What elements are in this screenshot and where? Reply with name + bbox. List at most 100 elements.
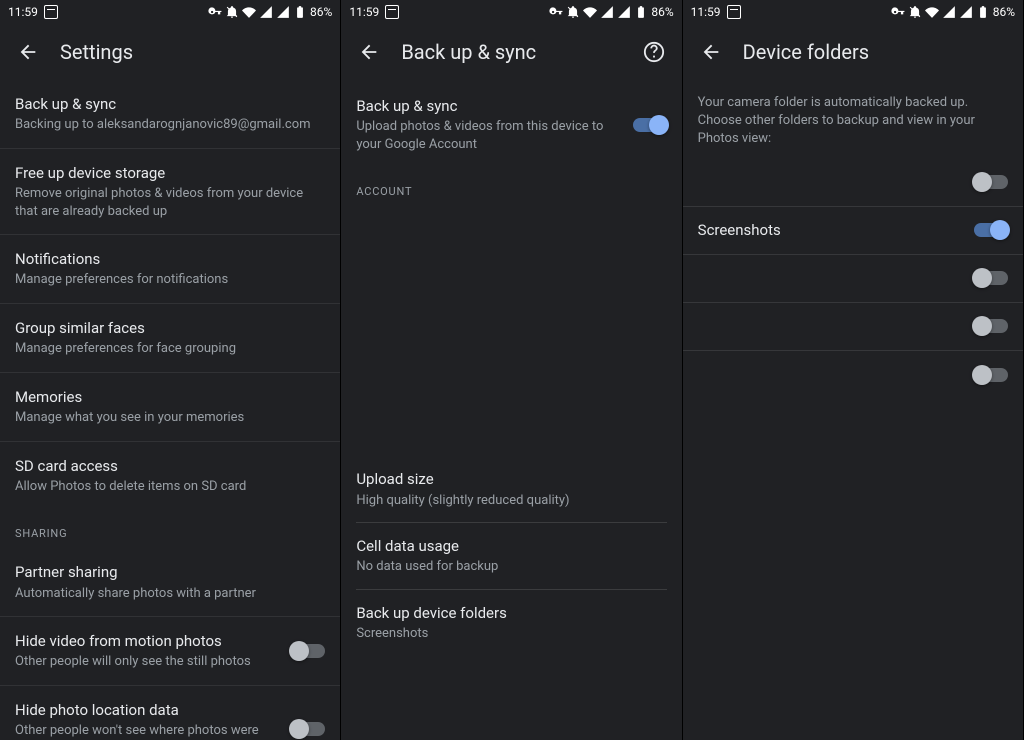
vpn-key-icon <box>891 5 905 19</box>
help-button[interactable] <box>634 32 674 72</box>
folder-switch[interactable] <box>974 271 1008 285</box>
folder-switch[interactable] <box>974 319 1008 333</box>
item-sub: Automatically share photos with a partne… <box>15 585 325 603</box>
item-title: Partner sharing <box>15 562 325 582</box>
item-partner-sharing[interactable]: Partner sharing Automatically share phot… <box>0 548 340 617</box>
date-icon <box>727 5 741 19</box>
signal-2-icon <box>959 5 973 19</box>
folder-switch[interactable] <box>974 175 1008 189</box>
item-upload-size[interactable]: Upload size High quality (slightly reduc… <box>356 456 666 523</box>
status-time: 11:59 <box>8 5 38 19</box>
arrow-back-icon <box>700 41 722 63</box>
item-group-faces[interactable]: Group similar faces Manage preferences f… <box>0 304 340 373</box>
battery-icon <box>976 5 990 19</box>
description: Your camera folder is automatically back… <box>683 80 1023 159</box>
item-sub: Upload photos & videos from this device … <box>356 118 622 153</box>
folder-row[interactable] <box>683 351 1023 399</box>
item-cell-data[interactable]: Cell data usage No data used for backup <box>356 523 666 590</box>
backup-sync-switch[interactable] <box>633 118 667 132</box>
item-device-folders[interactable]: Back up device folders Screenshots <box>356 590 666 656</box>
device-folders-panel: 11:59 86% Device folders Your camera fol… <box>683 0 1024 740</box>
account-area <box>341 206 681 456</box>
page-title: Device folders <box>743 40 869 64</box>
back-button[interactable] <box>8 32 48 72</box>
folder-row-screenshots[interactable]: Screenshots <box>683 207 1023 255</box>
date-icon <box>44 5 58 19</box>
back-button[interactable] <box>349 32 389 72</box>
item-sub: Other people will only see the still pho… <box>15 653 281 671</box>
folder-row[interactable] <box>683 255 1023 303</box>
appbar: Back up & sync <box>341 24 681 80</box>
sharing-header: SHARING <box>0 509 340 548</box>
wifi-icon <box>583 5 597 19</box>
item-title: Upload size <box>356 469 666 489</box>
status-bar: 11:59 86% <box>683 0 1023 24</box>
backup-sync-toggle-row[interactable]: Back up & sync Upload photos & videos fr… <box>341 82 681 167</box>
folder-row[interactable] <box>683 303 1023 351</box>
item-sub: Manage preferences for notifications <box>15 271 325 289</box>
folder-switch[interactable] <box>974 368 1008 382</box>
item-title: Group similar faces <box>15 318 325 338</box>
item-title: Memories <box>15 387 325 407</box>
item-hide-video[interactable]: Hide video from motion photos Other peop… <box>0 617 340 686</box>
settings-panel: 11:59 86% Settings Back up & sync Backin… <box>0 0 341 740</box>
signal-1-icon <box>600 5 614 19</box>
item-sub: Allow Photos to delete items on SD card <box>15 478 325 496</box>
item-free-storage[interactable]: Free up device storage Remove original p… <box>0 149 340 235</box>
page-title: Back up & sync <box>401 40 536 64</box>
status-time: 11:59 <box>691 5 721 19</box>
item-sub: Manage what you see in your memories <box>15 409 325 427</box>
hide-location-switch[interactable] <box>291 722 325 736</box>
dnd-icon <box>225 5 239 19</box>
item-sub: Screenshots <box>356 625 666 643</box>
item-title: Back up device folders <box>356 603 666 623</box>
wifi-icon <box>925 5 939 19</box>
signal-2-icon <box>617 5 631 19</box>
dnd-icon <box>908 5 922 19</box>
dnd-icon <box>566 5 580 19</box>
item-sub: Remove original photos & videos from you… <box>15 185 325 220</box>
hide-video-switch[interactable] <box>291 644 325 658</box>
battery-percent: 86% <box>993 5 1015 19</box>
item-sd-card[interactable]: SD card access Allow Photos to delete it… <box>0 442 340 510</box>
item-title: Hide photo location data <box>15 700 281 720</box>
date-icon <box>385 5 399 19</box>
signal-1-icon <box>942 5 956 19</box>
item-title: Notifications <box>15 249 325 269</box>
status-bar: 11:59 86% <box>341 0 681 24</box>
item-sub: No data used for backup <box>356 558 666 576</box>
item-memories[interactable]: Memories Manage what you see in your mem… <box>0 373 340 442</box>
item-title: SD card access <box>15 456 325 476</box>
arrow-back-icon <box>17 41 39 63</box>
arrow-back-icon <box>358 41 380 63</box>
item-sub: Other people won't see where photos were… <box>15 722 281 740</box>
page-title: Settings <box>60 40 133 64</box>
item-hide-location[interactable]: Hide photo location data Other people wo… <box>0 686 340 740</box>
vpn-key-icon <box>549 5 563 19</box>
item-notifications[interactable]: Notifications Manage preferences for not… <box>0 235 340 304</box>
item-sub: High quality (slightly reduced quality) <box>356 492 666 510</box>
folder-row[interactable] <box>683 159 1023 207</box>
back-button[interactable] <box>691 32 731 72</box>
battery-icon <box>634 5 648 19</box>
item-title: Hide video from motion photos <box>15 631 281 651</box>
vpn-key-icon <box>208 5 222 19</box>
item-title: Back up & sync <box>15 94 325 114</box>
appbar: Settings <box>0 24 340 80</box>
item-title: Free up device storage <box>15 163 325 183</box>
backup-sync-panel: 11:59 86% Back up & sync Back up & sync … <box>341 0 682 740</box>
wifi-icon <box>242 5 256 19</box>
item-sub: Backing up to aleksandarognjanovic89@gma… <box>15 116 325 134</box>
item-title: Cell data usage <box>356 536 666 556</box>
item-sub: Manage preferences for face grouping <box>15 340 325 358</box>
battery-icon <box>293 5 307 19</box>
signal-2-icon <box>276 5 290 19</box>
item-backup-sync[interactable]: Back up & sync Backing up to aleksandaro… <box>0 80 340 149</box>
folder-switch[interactable] <box>974 223 1008 237</box>
folder-label: Screenshots <box>698 221 781 239</box>
appbar: Device folders <box>683 24 1023 80</box>
help-icon <box>643 41 665 63</box>
battery-percent: 86% <box>310 5 332 19</box>
item-title: Back up & sync <box>356 96 622 116</box>
account-header: ACCOUNT <box>341 167 681 206</box>
